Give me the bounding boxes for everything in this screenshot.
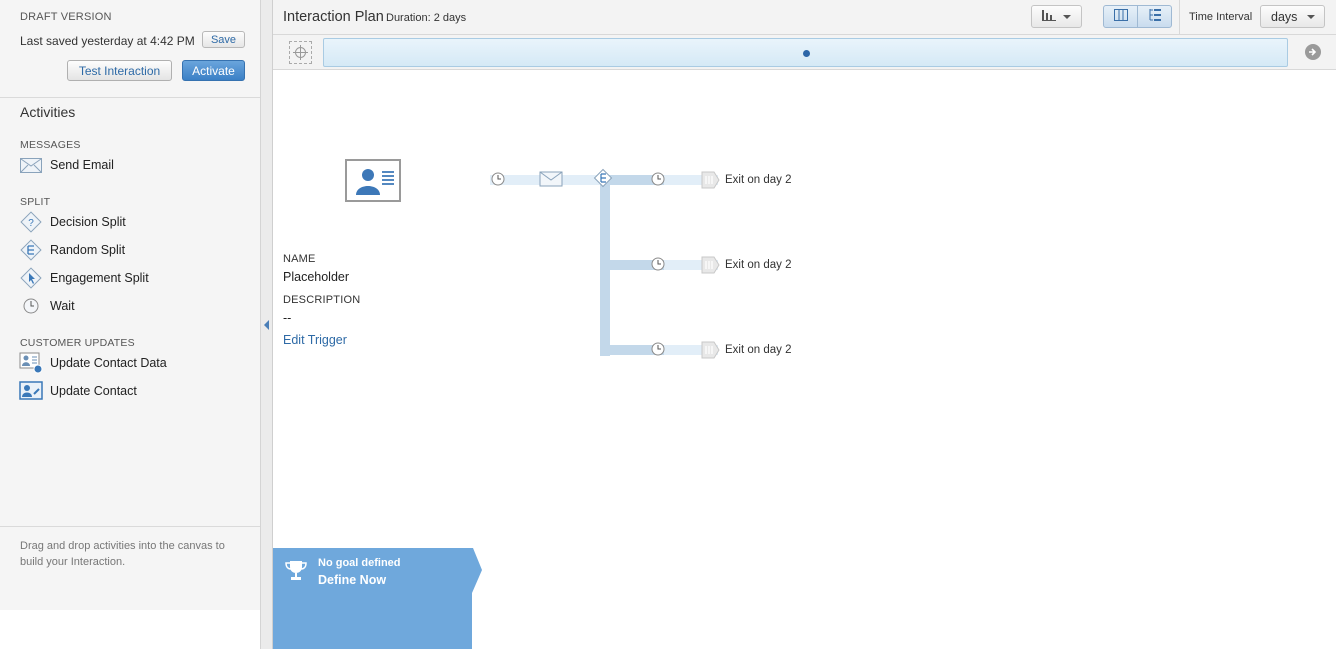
activity-wait[interactable]: Wait bbox=[18, 294, 248, 318]
random-split-icon bbox=[18, 239, 44, 261]
tree-view-button[interactable] bbox=[1137, 5, 1172, 28]
time-interval-select[interactable]: days bbox=[1260, 5, 1325, 28]
collapse-sidebar-icon[interactable] bbox=[264, 320, 269, 330]
wait-step-icon[interactable] bbox=[491, 172, 505, 186]
trophy-icon bbox=[285, 559, 307, 584]
name-label: NAME bbox=[283, 253, 316, 265]
decision-split-icon: ? bbox=[18, 211, 44, 233]
wait-step-icon[interactable] bbox=[651, 342, 665, 356]
entry-trigger-card[interactable] bbox=[345, 159, 401, 202]
column-view-button[interactable] bbox=[1103, 5, 1138, 28]
help-text: Drag and drop activities into the canvas… bbox=[20, 540, 225, 568]
description-label: DESCRIPTION bbox=[283, 294, 361, 306]
divider bbox=[0, 526, 260, 527]
activity-update-contact[interactable]: Update Contact bbox=[18, 379, 248, 403]
section-label-messages: MESSAGES bbox=[20, 139, 81, 151]
edit-trigger-link[interactable]: Edit Trigger bbox=[283, 333, 347, 347]
clock-icon bbox=[18, 295, 44, 317]
tree-icon bbox=[1148, 8, 1162, 25]
wait-step-icon[interactable] bbox=[651, 257, 665, 271]
activity-decision-split[interactable]: ? Decision Split bbox=[18, 210, 248, 234]
canvas-toolbar: Interaction Plan Duration: 2 days Time I… bbox=[273, 0, 1336, 35]
exit-label: Exit on day 2 bbox=[725, 259, 792, 271]
activity-update-contact-data[interactable]: Update Contact Data bbox=[18, 351, 248, 375]
exit-marker-icon bbox=[701, 171, 720, 189]
activity-label: Decision Split bbox=[50, 215, 126, 229]
description-value: -- bbox=[283, 311, 292, 325]
save-button[interactable]: Save bbox=[202, 31, 245, 48]
time-interval-label: Time Interval bbox=[1189, 11, 1253, 23]
exit-label: Exit on day 2 bbox=[725, 344, 792, 356]
activate-button[interactable]: Activate bbox=[182, 60, 245, 81]
activity-label: Send Email bbox=[50, 158, 114, 172]
exit-marker-icon bbox=[701, 256, 720, 274]
fit-to-screen-icon[interactable] bbox=[289, 41, 312, 64]
envelope-icon bbox=[18, 154, 44, 176]
activity-random-split[interactable]: Random Split bbox=[18, 238, 248, 262]
bar-chart-icon bbox=[1042, 9, 1056, 24]
overview-strip bbox=[273, 35, 1336, 70]
activity-label: Update Contact bbox=[50, 384, 137, 398]
chevron-down-icon bbox=[1307, 14, 1316, 19]
divider bbox=[1179, 0, 1180, 35]
update-contact-data-icon bbox=[18, 352, 44, 374]
last-saved-text: Last saved yesterday at 4:42 PM bbox=[20, 34, 195, 48]
define-goal-link[interactable]: Define Now bbox=[318, 573, 386, 587]
exit-label: Exit on day 2 bbox=[725, 174, 792, 186]
columns-icon bbox=[1113, 9, 1128, 24]
activities-sidebar: DRAFT VERSION Last saved yesterday at 4:… bbox=[0, 0, 260, 610]
section-label-customer-updates: CUSTOMER UPDATES bbox=[20, 337, 135, 349]
arrow-right-circle-icon[interactable] bbox=[1305, 44, 1321, 60]
send-email-step-icon[interactable] bbox=[539, 171, 563, 187]
activity-engagement-split[interactable]: Engagement Split bbox=[18, 266, 248, 290]
section-label-split: SPLIT bbox=[20, 196, 51, 208]
name-value: Placeholder bbox=[283, 270, 350, 284]
update-contact-icon bbox=[18, 380, 44, 402]
minimap-navigator[interactable] bbox=[323, 38, 1288, 67]
goal-status-text: No goal defined bbox=[318, 557, 401, 569]
activities-title: Activities bbox=[20, 104, 76, 120]
test-interaction-button[interactable]: Test Interaction bbox=[67, 60, 172, 81]
activity-label: Update Contact Data bbox=[50, 356, 167, 370]
duration-text: Duration: 2 days bbox=[386, 12, 467, 24]
activity-label: Random Split bbox=[50, 243, 126, 257]
activity-label: Wait bbox=[50, 299, 75, 313]
contact-card-icon bbox=[356, 169, 394, 195]
activity-send-email[interactable]: Send Email bbox=[18, 153, 248, 177]
minimap-position-marker bbox=[803, 50, 810, 57]
chart-view-dropdown[interactable] bbox=[1031, 5, 1082, 28]
draft-version-label: DRAFT VERSION bbox=[20, 11, 112, 23]
wait-step-icon[interactable] bbox=[651, 172, 665, 186]
time-interval-value: days bbox=[1271, 9, 1298, 24]
exit-marker-icon bbox=[701, 341, 720, 359]
svg-text:?: ? bbox=[28, 218, 34, 229]
page-title: Interaction Plan bbox=[283, 9, 384, 25]
interaction-flow bbox=[490, 168, 720, 359]
divider bbox=[0, 97, 260, 98]
activity-label: Engagement Split bbox=[50, 271, 149, 285]
engagement-split-icon bbox=[18, 267, 44, 289]
chevron-down-icon bbox=[1063, 14, 1071, 19]
